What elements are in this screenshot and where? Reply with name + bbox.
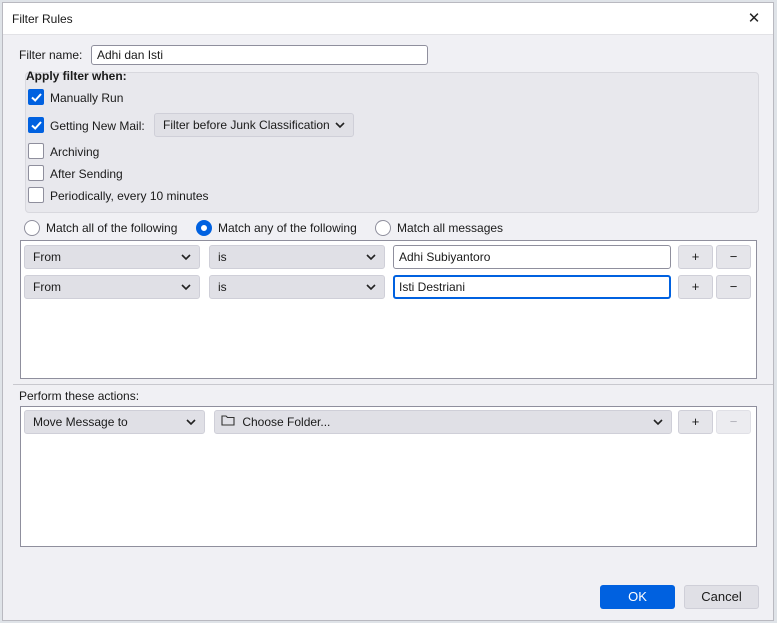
rule-1-remove-button[interactable]: − xyxy=(716,245,751,269)
rule-1-operator-dropdown[interactable]: is xyxy=(209,245,385,269)
match-any-radio[interactable] xyxy=(196,220,212,236)
junk-classification-dropdown[interactable]: Filter before Junk Classification xyxy=(154,113,354,137)
rule-1-field-dropdown[interactable]: From xyxy=(24,245,200,269)
archiving-checkbox[interactable] xyxy=(28,143,44,159)
action-1-remove-button[interactable]: − xyxy=(716,410,751,434)
chevron-down-icon xyxy=(335,114,345,143)
manually-run-checkbox[interactable] xyxy=(28,89,44,105)
rule-2-remove-button[interactable]: − xyxy=(716,275,751,299)
chevron-down-icon xyxy=(181,276,191,305)
filter-name-label: Filter name: xyxy=(19,48,83,62)
periodically-checkbox[interactable] xyxy=(28,187,44,203)
rule-1-value-input[interactable]: Adhi Subiyantoro xyxy=(393,245,671,269)
dialog-title: Filter Rules xyxy=(12,12,73,26)
rule-1-add-button[interactable]: + xyxy=(678,245,713,269)
rule-2-value-input[interactable]: Isti Destriani xyxy=(393,275,671,299)
chevron-down-icon xyxy=(366,276,376,305)
close-icon[interactable]: ✕ xyxy=(741,7,767,31)
match-all-radio[interactable] xyxy=(24,220,40,236)
after-sending-label: After Sending xyxy=(50,167,123,181)
section-divider xyxy=(13,384,773,385)
action-1-add-button[interactable]: + xyxy=(678,410,713,434)
periodically-label: Periodically, every 10 minutes xyxy=(50,189,209,203)
chevron-down-icon xyxy=(186,411,196,440)
rule-2-operator-dropdown[interactable]: is xyxy=(209,275,385,299)
manually-run-label: Manually Run xyxy=(50,91,124,105)
chevron-down-icon xyxy=(366,246,376,275)
getting-new-mail-label: Getting New Mail: xyxy=(50,119,145,133)
action-1-folder-value: Choose Folder... xyxy=(242,415,331,429)
action-1-type-value: Move Message to xyxy=(33,415,128,429)
match-any-label: Match any of the following xyxy=(218,221,357,235)
checkmark-icon xyxy=(31,121,42,130)
title-bar: Filter Rules ✕ xyxy=(3,3,773,35)
filter-name-input[interactable]: Adhi dan Isti xyxy=(91,45,428,65)
rule-2-operator-value: is xyxy=(218,280,227,294)
match-all-messages-radio[interactable] xyxy=(375,220,391,236)
getting-new-mail-checkbox[interactable] xyxy=(28,117,44,133)
chevron-down-icon xyxy=(181,246,191,275)
cancel-button[interactable]: Cancel xyxy=(684,585,759,609)
rule-2-add-button[interactable]: + xyxy=(678,275,713,299)
archiving-label: Archiving xyxy=(50,145,100,159)
rule-1-field-value: From xyxy=(33,250,61,264)
rule-2-field-value: From xyxy=(33,280,61,294)
action-1-folder-dropdown[interactable]: Choose Folder... xyxy=(214,410,672,434)
chevron-down-icon xyxy=(653,411,663,440)
folder-icon xyxy=(221,411,235,433)
junk-classification-value: Filter before Junk Classification xyxy=(163,118,330,132)
apply-filter-heading: Apply filter when: xyxy=(26,69,127,83)
filter-rules-dialog: Filter Rules ✕ Filter name: Adhi dan Ist… xyxy=(2,2,774,621)
match-all-messages-label: Match all messages xyxy=(397,221,504,235)
rule-2-field-dropdown[interactable]: From xyxy=(24,275,200,299)
ok-button[interactable]: OK xyxy=(600,585,675,609)
actions-label: Perform these actions: xyxy=(19,389,140,403)
match-all-label: Match all of the following xyxy=(46,221,178,235)
rule-1-operator-value: is xyxy=(218,250,227,264)
checkmark-icon xyxy=(31,93,42,102)
action-1-type-dropdown[interactable]: Move Message to xyxy=(24,410,205,434)
after-sending-checkbox[interactable] xyxy=(28,165,44,181)
